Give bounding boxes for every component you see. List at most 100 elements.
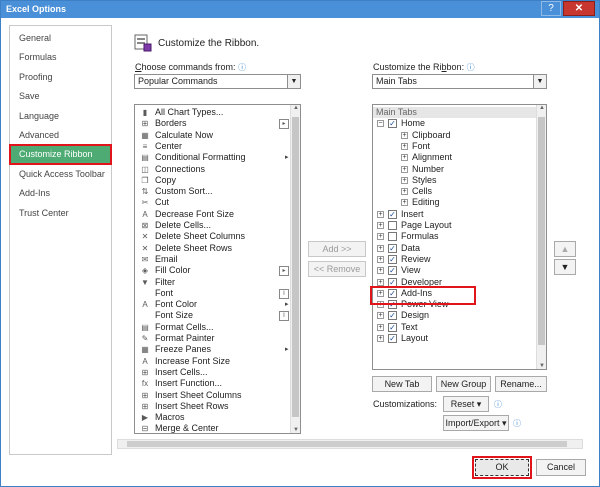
new-tab-button[interactable]: New Tab bbox=[372, 376, 432, 392]
cancel-button[interactable]: Cancel bbox=[536, 459, 586, 476]
expand-icon[interactable]: + bbox=[401, 188, 408, 196]
add-button[interactable]: Add >> bbox=[308, 241, 366, 257]
chevron-down-icon[interactable]: ▼ bbox=[287, 75, 300, 88]
tree-item-layout[interactable]: + ✓ Layout bbox=[373, 333, 536, 344]
command-item[interactable]: ⊞ Insert Cells... bbox=[135, 367, 290, 378]
tree-item-page-layout[interactable]: + Page Layout bbox=[373, 220, 536, 231]
nav-item-proofing[interactable]: Proofing bbox=[10, 68, 111, 87]
ribbon-tree[interactable]: Main Tabs − ✓ Home + Clipboard + Font + Alignment… bbox=[372, 104, 547, 370]
tree-item-insert[interactable]: + ✓ Insert bbox=[373, 209, 536, 220]
nav-item-advanced[interactable]: Advanced bbox=[10, 126, 111, 145]
tree-item-view[interactable]: + ✓ View bbox=[373, 265, 536, 276]
ribbon-scrollbar[interactable]: ▲ ▼ bbox=[536, 105, 546, 369]
tree-item-number[interactable]: + Number bbox=[373, 164, 536, 175]
tab-checkbox[interactable]: ✓ bbox=[388, 243, 397, 253]
expand-icon[interactable]: + bbox=[377, 210, 384, 218]
tab-checkbox[interactable]: ✓ bbox=[388, 266, 397, 276]
command-item[interactable]: ⊠ Delete Cells... bbox=[135, 220, 290, 231]
chevron-down-icon[interactable]: ▼ bbox=[533, 75, 546, 88]
tab-checkbox[interactable]: ✓ bbox=[388, 254, 397, 264]
close-button[interactable]: ✕ bbox=[563, 1, 595, 16]
tab-checkbox[interactable]: ✓ bbox=[388, 119, 397, 129]
tab-checkbox[interactable] bbox=[388, 232, 397, 242]
command-item[interactable]: ▦ Freeze Panes ▸ bbox=[135, 344, 290, 355]
command-item[interactable]: ✕ Delete Sheet Rows bbox=[135, 243, 290, 254]
command-item[interactable]: ⊟ Merge & Center bbox=[135, 423, 290, 433]
scrollbar-thumb[interactable] bbox=[127, 441, 567, 447]
tree-item-review[interactable]: + ✓ Review bbox=[373, 254, 536, 265]
command-item[interactable]: ❐ Copy bbox=[135, 175, 290, 186]
tree-item-text[interactable]: + ✓ Text bbox=[373, 322, 536, 333]
scroll-down-icon[interactable]: ▼ bbox=[537, 363, 546, 369]
commands-from-dropdown[interactable]: Popular Commands ▼ bbox=[134, 74, 301, 89]
expand-icon[interactable]: + bbox=[377, 278, 384, 286]
command-item[interactable]: ◈ Fill Color ▸ bbox=[135, 265, 290, 277]
command-item[interactable]: A Font Color ▸ bbox=[135, 299, 290, 310]
tab-checkbox[interactable]: ✓ bbox=[388, 209, 397, 219]
tab-checkbox[interactable]: ✓ bbox=[388, 311, 397, 321]
command-item[interactable]: ≡ Center bbox=[135, 141, 290, 152]
help-button[interactable]: ? bbox=[541, 1, 561, 16]
expand-icon[interactable]: + bbox=[377, 255, 384, 263]
command-item[interactable]: Font Size I bbox=[135, 310, 290, 322]
commands-list[interactable]: ▮ All Chart Types... ⊞ Borders ▸ ▦ Calculate N… bbox=[134, 104, 301, 434]
collapse-icon[interactable]: − bbox=[377, 120, 384, 128]
expand-icon[interactable]: + bbox=[377, 222, 384, 229]
nav-item-quick-access-toolbar[interactable]: Quick Access Toolbar bbox=[10, 165, 111, 184]
expand-icon[interactable]: + bbox=[377, 312, 384, 320]
nav-item-formulas[interactable]: Formulas bbox=[10, 48, 111, 67]
tree-item-data[interactable]: + ✓ Data bbox=[373, 243, 536, 254]
ok-button[interactable]: OK bbox=[472, 456, 532, 479]
import-export-button[interactable]: Import/Export ▾ bbox=[443, 415, 509, 431]
tab-checkbox[interactable]: ✓ bbox=[388, 322, 397, 332]
tree-item-font[interactable]: + Font bbox=[373, 141, 536, 152]
command-item[interactable]: Font I bbox=[135, 288, 290, 299]
command-item[interactable]: A Increase Font Size bbox=[135, 356, 290, 367]
expand-icon[interactable]: + bbox=[401, 142, 408, 150]
ribbon-tabs-dropdown[interactable]: Main Tabs ▼ bbox=[372, 74, 547, 89]
tree-item-formulas[interactable]: + Formulas bbox=[373, 231, 536, 242]
command-item[interactable]: ✕ Delete Sheet Columns bbox=[135, 231, 290, 242]
command-item[interactable]: ▼ Filter bbox=[135, 277, 290, 288]
tree-item-cells[interactable]: + Cells bbox=[373, 186, 536, 197]
nav-item-general[interactable]: General bbox=[10, 29, 111, 48]
expand-icon[interactable]: + bbox=[377, 244, 384, 252]
horizontal-scrollbar[interactable] bbox=[117, 439, 583, 449]
command-item[interactable]: ▮ All Chart Types... bbox=[135, 107, 290, 118]
command-item[interactable]: ⊞ Insert Sheet Columns bbox=[135, 390, 290, 401]
commands-scrollbar[interactable]: ▲ ▼ bbox=[290, 105, 300, 433]
expand-icon[interactable]: + bbox=[401, 165, 408, 173]
scrollbar-thumb[interactable] bbox=[538, 117, 545, 345]
command-item[interactable]: ▶ Macros bbox=[135, 412, 290, 423]
command-item[interactable]: ▤ Format Cells... bbox=[135, 322, 290, 333]
tree-item-editing[interactable]: + Editing bbox=[373, 197, 536, 208]
nav-item-language[interactable]: Language bbox=[10, 107, 111, 126]
scroll-up-icon[interactable]: ▲ bbox=[537, 105, 546, 111]
new-group-button[interactable]: New Group bbox=[436, 376, 491, 392]
command-item[interactable]: ◫ Connections bbox=[135, 164, 290, 175]
tree-item-alignment[interactable]: + Alignment bbox=[373, 152, 536, 163]
tree-item-design[interactable]: + ✓ Design bbox=[373, 310, 536, 321]
rename-button[interactable]: Rename... bbox=[495, 376, 547, 392]
reset-button[interactable]: Reset ▾ bbox=[443, 396, 489, 412]
move-down-button[interactable]: ▼ bbox=[554, 259, 576, 275]
move-up-button[interactable]: ▲ bbox=[554, 241, 576, 257]
expand-icon[interactable]: + bbox=[377, 323, 384, 331]
command-item[interactable]: ⊞ Borders ▸ bbox=[135, 118, 290, 130]
nav-item-customize-ribbon[interactable]: Customize Ribbon bbox=[9, 144, 112, 166]
tab-checkbox[interactable] bbox=[388, 221, 397, 230]
command-item[interactable]: ✂ Cut bbox=[135, 197, 290, 208]
command-item[interactable]: ✉ Email bbox=[135, 254, 290, 265]
expand-icon[interactable]: + bbox=[401, 199, 408, 207]
remove-button[interactable]: << Remove bbox=[308, 261, 366, 277]
command-item[interactable]: A Decrease Font Size bbox=[135, 209, 290, 220]
expand-icon[interactable]: + bbox=[377, 267, 384, 275]
command-item[interactable]: ✎ Format Painter bbox=[135, 333, 290, 344]
tree-item-home[interactable]: − ✓ Home bbox=[373, 118, 536, 129]
command-item[interactable]: ⊞ Insert Sheet Rows bbox=[135, 401, 290, 412]
nav-item-add-ins[interactable]: Add-Ins bbox=[10, 184, 111, 203]
scroll-up-icon[interactable]: ▲ bbox=[291, 105, 300, 111]
command-item[interactable]: ▦ Calculate Now bbox=[135, 130, 290, 141]
tree-item-clipboard[interactable]: + Clipboard bbox=[373, 130, 536, 141]
tree-item-styles[interactable]: + Styles bbox=[373, 175, 536, 186]
